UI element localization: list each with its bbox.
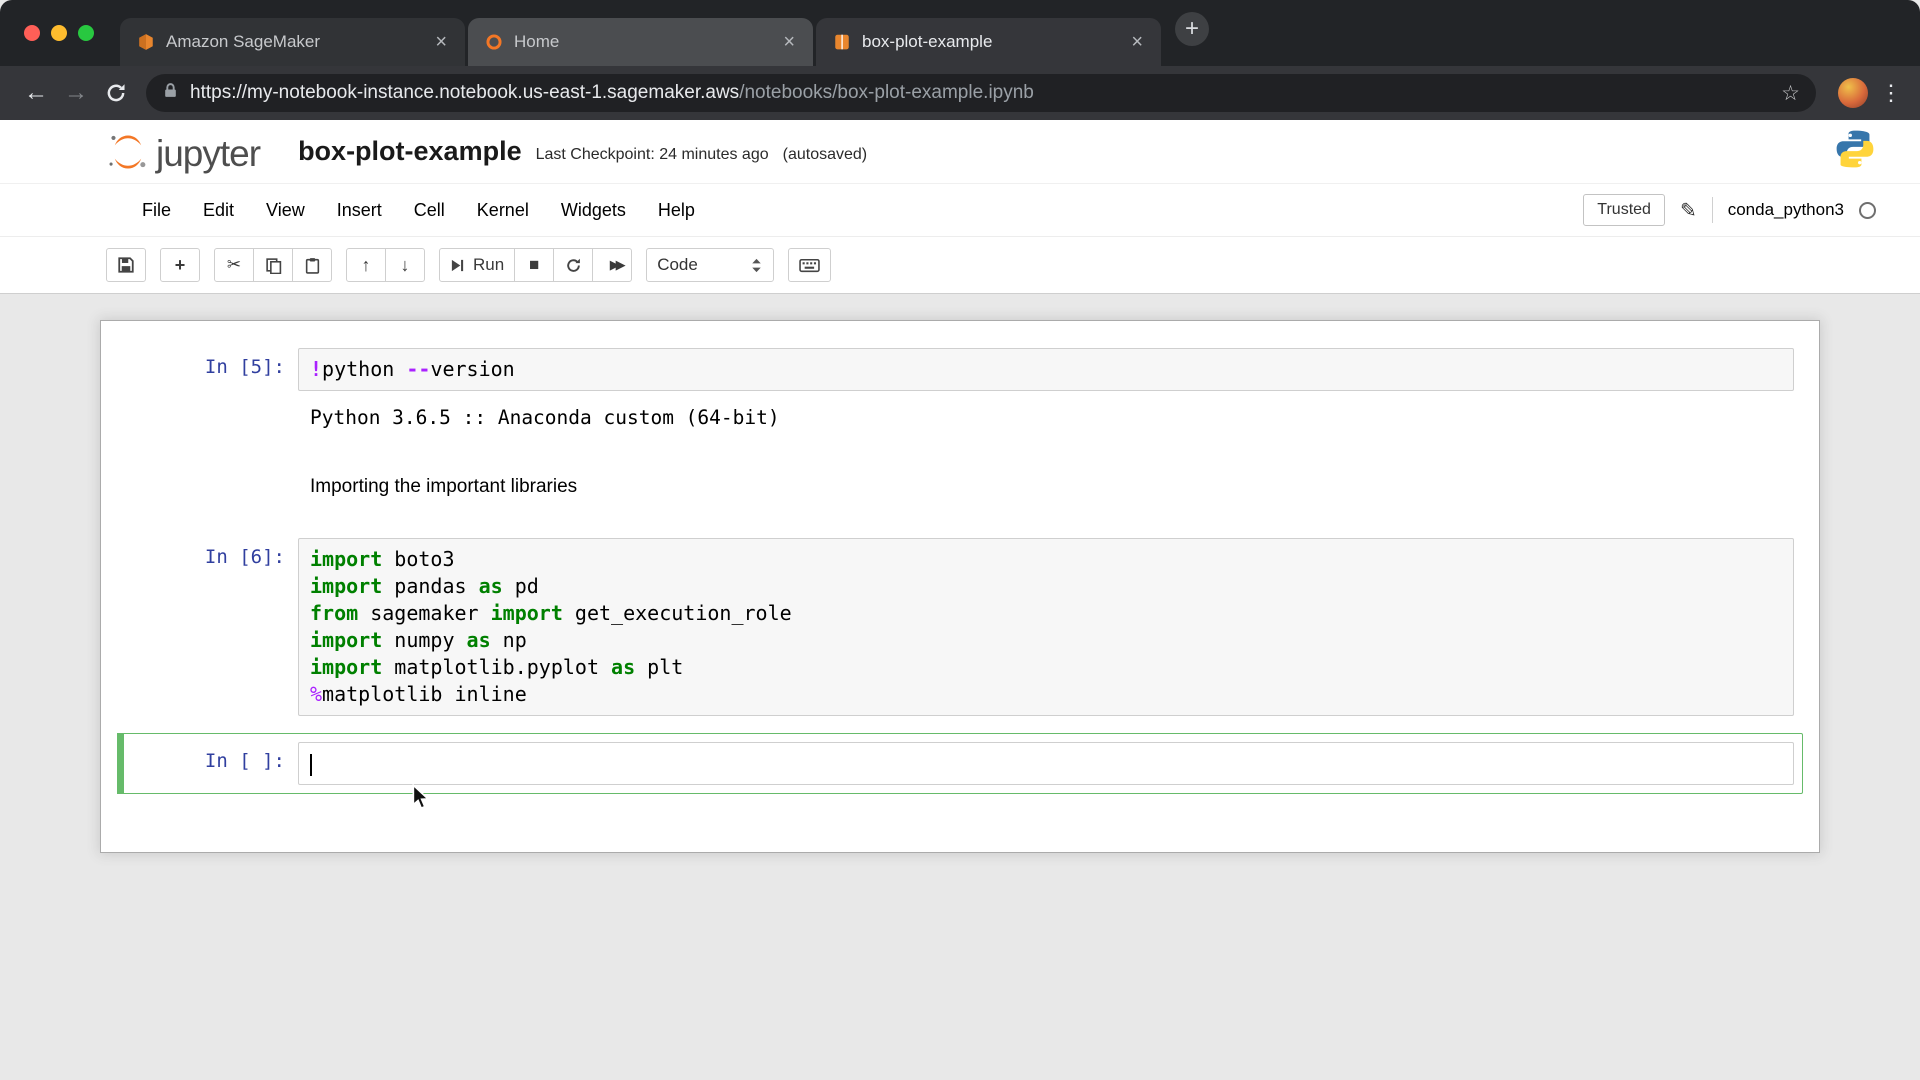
run-icon	[451, 259, 464, 271]
notebook-title[interactable]: box-plot-example	[298, 136, 522, 167]
code-cell[interactable]: In [ ]:	[117, 733, 1803, 794]
cut-cells-button[interactable]: ✂	[214, 248, 254, 282]
tab-label: Home	[514, 32, 560, 51]
save-button[interactable]	[106, 248, 146, 282]
notebook-scroll-area[interactable]: In [5]: !python --versionPython 3.6.5 :: …	[0, 294, 1920, 1080]
paste-cells-button[interactable]	[292, 248, 332, 282]
text-cursor	[310, 753, 312, 776]
jupyter-logo[interactable]: jupyter	[106, 129, 261, 175]
menu-widgets[interactable]: Widgets	[545, 188, 642, 233]
notebook-header: jupyter box-plot-example Last Checkpoint…	[0, 120, 1920, 184]
checkpoint-status: Last Checkpoint: 24 minutes ago	[535, 145, 769, 163]
move-cell-up-button[interactable]: ↑	[346, 248, 386, 282]
forward-button[interactable]: →	[56, 73, 96, 113]
url-text: https://my-notebook-instance.notebook.us…	[190, 82, 1034, 104]
dropdown-arrows-icon	[752, 258, 761, 272]
tab-home[interactable]: Home ×	[468, 18, 813, 66]
menu-view[interactable]: View	[250, 188, 321, 233]
tab-label: box-plot-example	[862, 32, 993, 51]
window-minimize-button[interactable]	[51, 25, 67, 41]
trusted-button[interactable]: Trusted	[1583, 194, 1665, 226]
url-path: /notebooks/box-plot-example.ipynb	[739, 82, 1034, 103]
window-controls	[0, 25, 120, 41]
tab-box-plot-example[interactable]: box-plot-example ×	[816, 18, 1161, 66]
menu-edit[interactable]: Edit	[187, 188, 250, 233]
output-prompt-spacer	[126, 401, 298, 434]
code-input[interactable]: !python --version	[298, 348, 1794, 391]
notebook-cells: In [5]: !python --versionPython 3.6.5 :: …	[117, 339, 1803, 794]
interrupt-kernel-button[interactable]: ■	[514, 248, 555, 282]
code-cell[interactable]: In [5]: !python --versionPython 3.6.5 :: …	[117, 339, 1803, 447]
notebook-toolbar: + ✂ ↑ ↓ Run ■ ▶▶ Code	[0, 237, 1920, 294]
run-cell-button[interactable]: Run	[439, 248, 516, 282]
jupyter-favicon	[484, 33, 503, 52]
browser-chrome: Amazon SageMaker × Home × box-plot-examp…	[0, 0, 1920, 120]
lock-icon	[162, 82, 179, 104]
markdown-text: Importing the important libraries	[310, 476, 578, 497]
mouse-cursor	[412, 784, 430, 810]
divider	[1711, 197, 1713, 223]
cell-type-dropdown[interactable]: Code	[646, 248, 775, 282]
menu-cell[interactable]: Cell	[398, 188, 461, 233]
jupyter-logo-icon	[109, 135, 146, 168]
menu-file[interactable]: File	[126, 188, 187, 233]
menu-kernel[interactable]: Kernel	[461, 188, 545, 233]
run-label: Run	[473, 255, 505, 274]
cell-output: Python 3.6.5 :: Anaconda custom (64-bit)	[310, 406, 780, 429]
menu-help[interactable]: Help	[642, 188, 711, 233]
menubar-right: Trusted ✎ conda_python3	[1583, 194, 1876, 226]
restart-run-all-button[interactable]: ▶▶	[592, 248, 633, 282]
command-palette-button[interactable]	[788, 248, 832, 282]
address-bar[interactable]: https://my-notebook-instance.notebook.us…	[146, 74, 1816, 112]
browser-menu-icon[interactable]: ⋮	[1878, 80, 1904, 106]
tab-label: Amazon SageMaker	[166, 32, 321, 51]
browser-tabs: Amazon SageMaker × Home × box-plot-examp…	[120, 18, 1161, 66]
code-input[interactable]	[298, 742, 1794, 785]
tab-close-icon[interactable]: ×	[431, 31, 451, 54]
code-cell[interactable]: In [6]: import boto3 import pandas as pd fr…	[117, 529, 1803, 725]
autosave-status: (autosaved)	[782, 145, 868, 163]
window-zoom-button[interactable]	[78, 25, 94, 41]
menu-insert[interactable]: Insert	[321, 188, 398, 233]
tab-amazon-sagemaker[interactable]: Amazon SageMaker ×	[120, 18, 465, 66]
tab-strip: Amazon SageMaker × Home × box-plot-examp…	[0, 0, 1920, 66]
copy-cells-button[interactable]	[253, 248, 293, 282]
bookmark-star-icon[interactable]: ☆	[1781, 81, 1800, 106]
notebook-container: In [5]: !python --versionPython 3.6.5 :: …	[100, 320, 1820, 853]
window-close-button[interactable]	[24, 25, 40, 41]
jupyter-page: jupyter box-plot-example Last Checkpoint…	[0, 120, 1920, 1080]
profile-avatar[interactable]	[1838, 78, 1868, 108]
notebook-favicon	[832, 33, 851, 52]
kernel-status-icon	[1859, 201, 1876, 219]
restart-kernel-button[interactable]	[553, 248, 594, 282]
tab-close-icon[interactable]: ×	[779, 31, 799, 54]
notebook-menubar: File Edit View Insert Cell Kernel Widget…	[0, 184, 1920, 237]
jupyter-logo-text: jupyter	[156, 132, 261, 174]
back-button[interactable]: ←	[16, 73, 56, 113]
reload-button[interactable]	[96, 73, 136, 113]
code-input[interactable]: import boto3 import pandas as pd from sage…	[298, 538, 1794, 716]
edit-title-icon[interactable]: ✎	[1680, 198, 1697, 223]
browser-toolbar: ← → https://my-notebook-instance.noteboo…	[0, 66, 1920, 120]
move-cell-down-button[interactable]: ↓	[385, 248, 425, 282]
markdown-cell[interactable]: Importing the important libraries	[117, 455, 1803, 521]
new-tab-button[interactable]: +	[1175, 12, 1209, 46]
python-logo	[1834, 128, 1876, 175]
cell-prompt: In [5]:	[204, 356, 285, 378]
insert-cell-below-button[interactable]: +	[160, 248, 200, 282]
url-origin: https://my-notebook-instance.notebook.us…	[190, 82, 740, 103]
cell-prompt: In [6]:	[204, 546, 285, 568]
kernel-name: conda_python3	[1727, 200, 1844, 219]
aws-favicon	[136, 33, 155, 52]
cell-type-value: Code	[657, 255, 698, 274]
tab-close-icon[interactable]: ×	[1127, 31, 1147, 54]
cell-prompt: In [ ]:	[204, 750, 285, 772]
